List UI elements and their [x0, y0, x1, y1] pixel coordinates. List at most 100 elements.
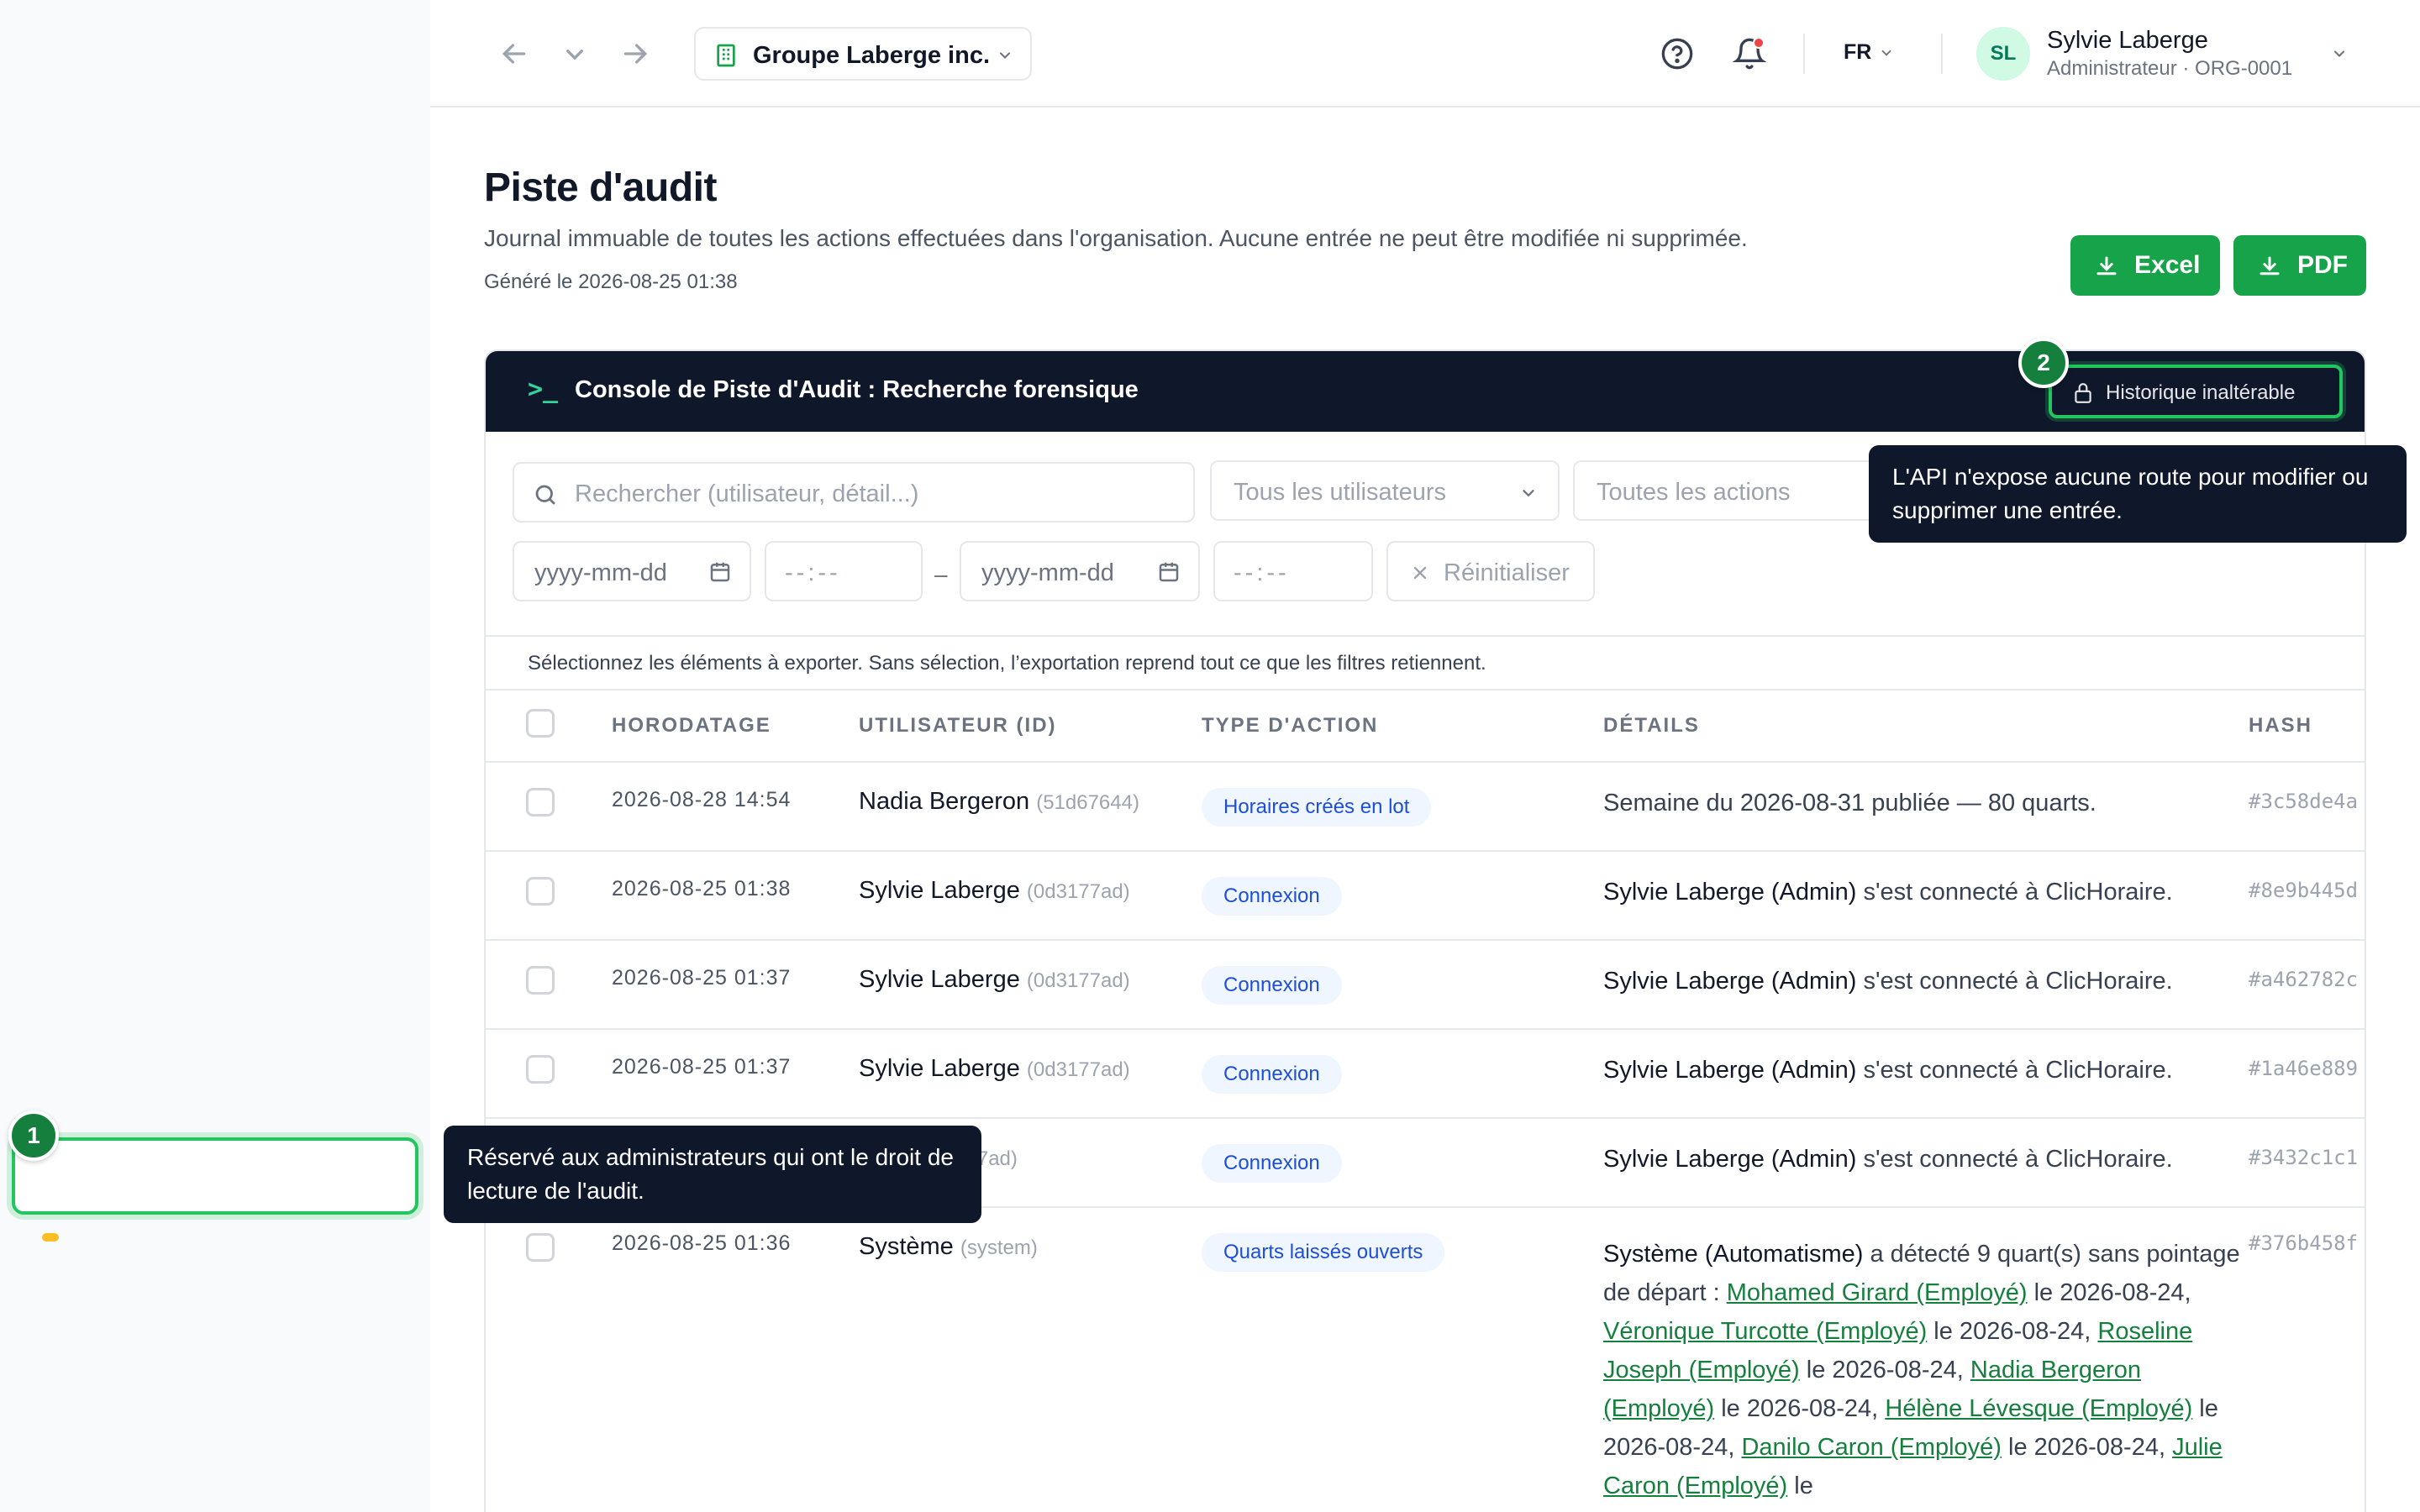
row-user: Sylvie Laberge (0d3177ad): [859, 877, 1130, 905]
select-all-checkbox[interactable]: [526, 709, 555, 738]
row-details: Sylvie Laberge (Admin) s'est connecté à …: [1603, 1146, 2173, 1173]
row-checkbox[interactable]: [526, 788, 555, 816]
close-icon: [1413, 566, 1427, 580]
building-icon: [717, 44, 735, 67]
column-header-hash[interactable]: HASH: [2249, 714, 2312, 738]
time-from-input[interactable]: --:--: [765, 541, 923, 601]
date-from-input[interactable]: yyyy-mm-dd: [513, 541, 751, 601]
details-segment: le 2026-08-24,: [1799, 1357, 1970, 1383]
date-to-input[interactable]: yyyy-mm-dd: [960, 541, 1200, 601]
details-segment: le 2026-08-24,: [2001, 1434, 2173, 1461]
row-details-text: s'est connecté à ClicHoraire.: [1856, 1057, 2173, 1084]
row-details: Semaine du 2026-08-31 publiée — 80 quart…: [1603, 790, 2096, 816]
row-user-name: Sylvie Laberge: [859, 966, 1020, 993]
export-excel-label: Excel: [2134, 251, 2201, 279]
page-title: Piste d'audit: [484, 165, 717, 210]
download-icon: [2260, 256, 2280, 276]
column-header-details[interactable]: DÉTAILS: [1603, 714, 1700, 738]
action-badge: Connexion: [1202, 877, 1342, 916]
details-segment: le 2026-08-24,: [1714, 1395, 1886, 1422]
row-hash: #8e9b445d: [2249, 879, 2359, 902]
export-excel-button[interactable]: Excel: [2070, 235, 2220, 296]
column-header-action-type[interactable]: TYPE D'ACTION: [1202, 714, 1378, 738]
row-timestamp: 2026-08-25 01:37: [612, 966, 792, 990]
row-user: Sylvie Laberge (0d3177ad): [859, 966, 1130, 994]
row-timestamp: 2026-08-25 01:38: [612, 877, 792, 900]
row-checkbox[interactable]: [526, 1055, 555, 1084]
forward-arrow-icon[interactable]: [618, 37, 652, 71]
user-filter-select[interactable]: Tous les utilisateurs: [1210, 460, 1560, 521]
row-user-name: Sylvie Laberge: [859, 877, 1020, 904]
row-hash: #a462782c: [2249, 968, 2359, 991]
chevron-down-icon: [999, 52, 1011, 59]
user-menu-chevron-icon[interactable]: [2331, 45, 2348, 62]
row-details-actor: Sylvie Laberge (Admin): [1603, 879, 1857, 906]
notification-dot: [1753, 37, 1765, 49]
employee-link[interactable]: Hélène Lévesque (Employé): [1885, 1395, 2192, 1422]
reset-filters-button[interactable]: Réinitialiser: [1386, 541, 1595, 601]
row-user: Système (system): [859, 1233, 1038, 1261]
row-user-id: (0d3177ad): [1026, 880, 1130, 903]
tour-highlight-target[interactable]: [12, 1137, 418, 1215]
row-checkbox[interactable]: [526, 1233, 555, 1262]
column-header-user[interactable]: UTILISATEUR (ID): [859, 714, 1057, 738]
export-pdf-button[interactable]: PDF: [2233, 235, 2366, 296]
divider: [1803, 34, 1805, 74]
row-timestamp: 2026-08-28 14:54: [612, 788, 792, 811]
history-chevron-down-icon[interactable]: [558, 37, 592, 71]
organization-selector[interactable]: Groupe Laberge inc.: [694, 27, 1032, 81]
row-checkbox[interactable]: [526, 966, 555, 995]
immutable-history-badge[interactable]: Historique inaltérable: [2049, 365, 2343, 418]
search-input[interactable]: Rechercher (utilisateur, détail...): [513, 462, 1195, 522]
console-header: >_ Console de Piste d'Audit : Recherche …: [486, 351, 2365, 432]
time-to-placeholder: --:--: [1234, 559, 1290, 586]
action-badge: Connexion: [1202, 1144, 1342, 1183]
calendar-icon[interactable]: [708, 559, 733, 585]
export-hint-text: Sélectionnez les éléments à exporter. Sa…: [528, 652, 1486, 675]
row-hash: #3432c1c1: [2249, 1146, 2359, 1169]
language-selector[interactable]: FR: [1844, 40, 1871, 65]
date-to-placeholder: yyyy-mm-dd: [981, 559, 1114, 586]
row-details-text: s'est connecté à ClicHoraire.: [1856, 879, 2173, 906]
row-divider: [486, 939, 2365, 941]
row-user-id: (51d67644): [1036, 791, 1139, 814]
tour-step-2-badge: 2: [2018, 338, 2069, 388]
user-name[interactable]: Sylvie Laberge: [2047, 27, 2208, 55]
row-details-actor: Sylvie Laberge (Admin): [1603, 1146, 1857, 1173]
row-details-actor: Sylvie Laberge (Admin): [1603, 968, 1857, 995]
export-pdf-label: PDF: [2297, 251, 2348, 279]
immutable-history-label: Historique inaltérable: [2106, 381, 2296, 404]
terminal-icon: >_: [528, 375, 559, 404]
details-segment: le 2026-08-24,: [2027, 1279, 2191, 1306]
export-hint: Sélectionnez les éléments à exporter. Sa…: [486, 635, 2365, 690]
tour-step-2-tooltip: L'API n'expose aucune route pour modifie…: [1869, 445, 2407, 543]
sidebar: [0, 0, 430, 1512]
row-checkbox[interactable]: [526, 877, 555, 906]
generated-timestamp: Généré le 2026-08-25 01:38: [484, 270, 738, 293]
back-arrow-icon[interactable]: [497, 37, 531, 71]
row-user-id: (0d3177ad): [1026, 969, 1130, 992]
employee-link[interactable]: Véronique Turcotte (Employé): [1603, 1318, 1927, 1345]
calendar-icon[interactable]: [1156, 559, 1181, 585]
console-title: Console de Piste d'Audit : Recherche for…: [575, 376, 1139, 403]
reset-label: Réinitialiser: [1444, 559, 1570, 586]
details-segment: le: [1787, 1473, 1813, 1499]
row-details: Sylvie Laberge (Admin) s'est connecté à …: [1603, 1057, 2173, 1084]
column-header-timestamp[interactable]: HORODATAGE: [612, 714, 771, 738]
details-segment: le 2026-08-24,: [1927, 1318, 2098, 1345]
row-user-id: (0d3177ad): [1026, 1058, 1130, 1081]
avatar[interactable]: SL: [1976, 27, 2030, 81]
row-details-actor: Système (Automatisme): [1603, 1241, 1864, 1268]
row-user-name: Système: [859, 1233, 954, 1260]
row-hash: #1a46e889: [2249, 1057, 2359, 1080]
search-placeholder: Rechercher (utilisateur, détail...): [575, 480, 919, 507]
employee-link[interactable]: Mohamed Girard (Employé): [1727, 1279, 2028, 1306]
tour-step-1-badge: 1: [8, 1110, 59, 1161]
help-icon[interactable]: [1660, 37, 1694, 71]
time-to-input[interactable]: --:--: [1213, 541, 1373, 601]
action-badge: Connexion: [1202, 1055, 1342, 1094]
row-details: Sylvie Laberge (Admin) s'est connecté à …: [1603, 968, 2173, 995]
range-separator: –: [934, 561, 948, 587]
employee-link[interactable]: Danilo Caron (Employé): [1741, 1434, 2001, 1461]
row-user-name: Sylvie Laberge: [859, 1055, 1020, 1082]
